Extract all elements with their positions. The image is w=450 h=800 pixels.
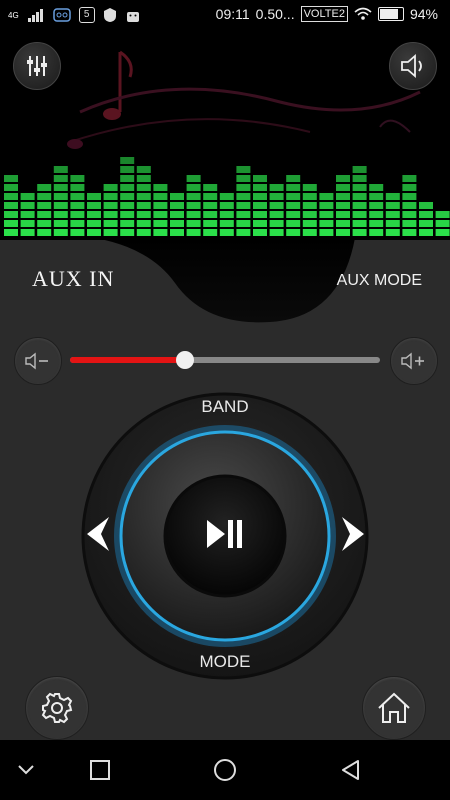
- equalizer-bars: [4, 157, 450, 236]
- volume-slider[interactable]: [70, 351, 380, 369]
- volume-down-icon: [25, 352, 48, 370]
- play-pause-button[interactable]: [175, 476, 275, 592]
- status-right: 09:11 0.50... VOLTE2 94%: [216, 6, 438, 22]
- chevron-right-icon: [342, 517, 364, 551]
- nav-recents-button[interactable]: [86, 756, 114, 784]
- band-button[interactable]: BAND: [0, 397, 450, 417]
- nav-home-button[interactable]: [211, 756, 239, 784]
- chevron-left-icon: [87, 517, 109, 551]
- speaker-icon: [401, 54, 422, 78]
- mode-button[interactable]: MODE: [0, 652, 450, 672]
- home-icon: [378, 692, 410, 723]
- home-circle-icon: [214, 759, 236, 781]
- voicemail-icon: [52, 8, 71, 22]
- html5-icon: 5: [78, 7, 95, 23]
- status-bar: 4G 5 09:11 0.50... VOLTE2 94%: [0, 0, 450, 32]
- system-navigation-bar: [0, 740, 450, 800]
- battery-percent: 94%: [409, 6, 438, 22]
- battery-icon: [377, 7, 404, 21]
- volume-up-icon: [401, 352, 424, 370]
- wifi-icon: [354, 7, 372, 20]
- collapse-chevron-icon: [18, 765, 34, 775]
- clock: 09:11: [215, 6, 250, 22]
- settings-button[interactable]: [25, 676, 89, 740]
- next-button[interactable]: [336, 515, 366, 553]
- net-speed: 0.50...: [255, 6, 295, 22]
- recents-square-icon: [90, 760, 110, 780]
- gear-icon: [41, 692, 73, 724]
- volte-badge: VOLTE2: [300, 6, 348, 22]
- android-icon: [126, 12, 139, 22]
- equalizer-sliders-icon: [27, 56, 47, 76]
- play-pause-icon: [207, 520, 242, 548]
- aux-mode-label[interactable]: AUX MODE: [337, 272, 422, 290]
- status-left-icons: 4G 5: [8, 7, 141, 23]
- speaker-button[interactable]: [389, 42, 437, 90]
- shield-icon: [103, 8, 116, 22]
- volume-knob[interactable]: [175, 351, 194, 369]
- signal-icon: [27, 9, 43, 22]
- equalizer-button[interactable]: [13, 42, 61, 90]
- nav-back-button[interactable]: [337, 756, 365, 784]
- prev-button[interactable]: [85, 515, 115, 553]
- network-type: 4G: [8, 10, 19, 20]
- back-triangle-icon: [342, 760, 359, 780]
- volume-down-button[interactable]: [14, 337, 62, 385]
- volume-fill: [70, 357, 185, 363]
- source-label: AUX IN: [32, 266, 115, 291]
- nav-collapse-button[interactable]: [12, 756, 40, 784]
- home-button[interactable]: [362, 676, 426, 740]
- volume-up-button[interactable]: [390, 337, 438, 385]
